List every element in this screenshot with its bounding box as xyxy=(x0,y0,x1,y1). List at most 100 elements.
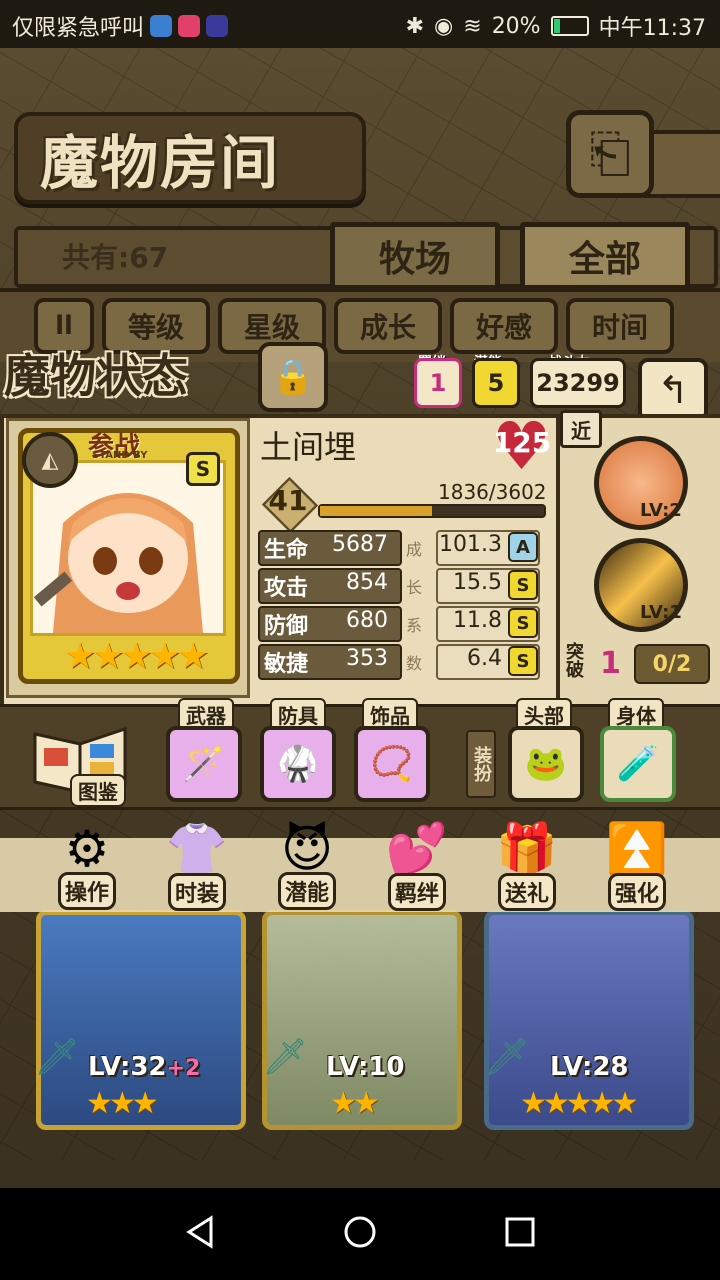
operate-button[interactable]: ⚙ 操作 xyxy=(42,820,132,910)
stat-label: 攻击 xyxy=(264,576,309,601)
growth-grade: S xyxy=(508,608,538,638)
filter-growth[interactable]: 成长 xyxy=(334,298,442,354)
enhance-button[interactable]: ⏫ 强化 xyxy=(592,820,682,911)
potential-value: 5 xyxy=(472,358,520,408)
body-slot[interactable]: 🧪 xyxy=(600,726,676,802)
standby-english: STAND BY xyxy=(92,450,148,461)
card-level-3: LV:28 xyxy=(550,1052,629,1082)
lock-button[interactable]: 🔒 xyxy=(258,342,328,412)
gift-button[interactable]: 🎁 送礼 xyxy=(482,820,572,911)
bond-button[interactable]: 💕 羁绊 xyxy=(372,820,462,911)
necklace-icon: 📿 xyxy=(370,744,414,784)
level-value: 41 xyxy=(268,484,308,517)
head-slot[interactable]: 🐸 xyxy=(508,726,584,802)
card-level-2: LV:10 xyxy=(326,1052,405,1082)
rank-badge: S xyxy=(186,452,220,486)
growth-char: 成 xyxy=(406,540,423,559)
sword-icon: 🗡 xyxy=(262,1037,308,1078)
tab-ranch[interactable]: 牧场 xyxy=(330,222,500,290)
header-rail xyxy=(644,130,720,198)
class-badge: ◭ xyxy=(22,432,78,488)
growth-value: 11.8 xyxy=(453,608,502,633)
card-stars-2: ★★ xyxy=(330,1086,380,1121)
growth-char: 系 xyxy=(406,616,423,635)
armor-slot[interactable]: 🥋 xyxy=(260,726,336,802)
armor-icon: 🥋 xyxy=(276,744,320,784)
monster-count: 共有:67 xyxy=(62,241,169,274)
stat-label: 生命 xyxy=(264,538,309,563)
tab-all[interactable]: 全部 xyxy=(520,222,690,290)
card-stars-1: ★★★ xyxy=(86,1086,159,1121)
bluetooth-icon: ✱ xyxy=(405,13,425,39)
nav-home-button[interactable] xyxy=(340,1212,380,1252)
return-button[interactable]: ↰ xyxy=(638,358,708,422)
stat-value: 680 xyxy=(346,608,388,633)
sword-icon: 🗡 xyxy=(34,1037,80,1078)
action-label: 强化 xyxy=(607,873,666,911)
app-notification-icon xyxy=(178,15,201,37)
action-label: 羁绊 xyxy=(387,873,446,911)
growth-value: 15.5 xyxy=(453,570,502,595)
affection-value: 125 xyxy=(492,425,552,459)
stat-value: 353 xyxy=(346,646,388,671)
hat-icon: 🐸 xyxy=(524,744,568,784)
break-label: 突破 xyxy=(566,642,584,681)
gift-icon: 🎁 xyxy=(495,820,559,878)
power-value: 23299 xyxy=(530,358,626,408)
accessory-slot[interactable]: 📿 xyxy=(354,726,430,802)
status-title: 魔物状态 xyxy=(4,349,188,403)
upgrade-arrow-icon: ⏫ xyxy=(605,820,669,878)
action-label: 操作 xyxy=(57,872,116,910)
growth-char: 数 xyxy=(406,654,423,673)
outfit-icon: 👚 xyxy=(165,820,229,878)
potion-icon: 🧪 xyxy=(616,744,660,784)
stat-label: 敏捷 xyxy=(264,652,309,677)
app-notification-icon xyxy=(150,15,173,37)
potential-button[interactable]: 😈 潜能 xyxy=(262,820,352,910)
growth-value: 6.4 xyxy=(467,646,502,671)
exp-bar-fill xyxy=(320,506,432,516)
page-title: 魔物房间 xyxy=(40,129,281,197)
monster-portrait xyxy=(30,460,226,636)
mountain-icon: ◭ xyxy=(41,447,59,473)
range-badge: 近 xyxy=(560,410,602,448)
eye-icon: ◉ xyxy=(434,13,454,39)
card-level-1: LV:32+2 xyxy=(88,1052,201,1082)
back-button[interactable]: ⎗ xyxy=(566,110,654,198)
battery-percent: 20% xyxy=(491,13,541,39)
encyclopedia-label: 图鉴 xyxy=(70,774,126,807)
growth-grade: S xyxy=(508,646,538,676)
growth-char: 长 xyxy=(406,578,423,597)
skill-level-2: LV:1 xyxy=(640,602,682,623)
stat-value: 854 xyxy=(346,570,388,595)
action-label: 时装 xyxy=(167,873,226,911)
app-notification-icon xyxy=(206,15,229,37)
recents-square-icon xyxy=(505,1217,535,1247)
filter-time[interactable]: 时间 xyxy=(566,298,674,354)
nav-back-button[interactable] xyxy=(180,1212,220,1252)
bond-value: 1 xyxy=(414,358,462,408)
growth-grade: S xyxy=(508,570,538,600)
hearts-icon: 💕 xyxy=(385,820,449,878)
return-arrow-icon: ↰ xyxy=(657,368,689,412)
break-value: 1 xyxy=(600,646,621,681)
nav-recents-button[interactable] xyxy=(500,1212,540,1252)
monster-stars: ★★★★★ xyxy=(64,636,209,677)
card-stars-3: ★★★★★ xyxy=(520,1086,639,1121)
wifi-icon: ≋ xyxy=(463,13,482,39)
clock: 中午11:37 xyxy=(598,16,706,41)
status-bar: 仅限紧急呼叫 ✱ ◉ ≋ 20% 中午11:37 xyxy=(0,0,720,48)
costume-button[interactable]: 👚 时装 xyxy=(152,820,242,911)
battery-icon xyxy=(550,16,589,36)
action-label: 潜能 xyxy=(277,872,336,910)
wand-icon: 🪄 xyxy=(182,744,226,784)
sword-icon: 🗡 xyxy=(484,1037,530,1078)
demon-icon: 😈 xyxy=(280,820,334,878)
gear-icon: ⚙ xyxy=(64,820,110,878)
skill-level-1: LV:2 xyxy=(640,500,682,521)
lock-icon: 🔒 xyxy=(271,357,315,397)
home-circle-icon xyxy=(344,1216,376,1248)
filter-affection[interactable]: 好感 xyxy=(450,298,558,354)
weapon-slot[interactable]: 🪄 xyxy=(166,726,242,802)
dress-label: 装扮 xyxy=(466,730,496,798)
